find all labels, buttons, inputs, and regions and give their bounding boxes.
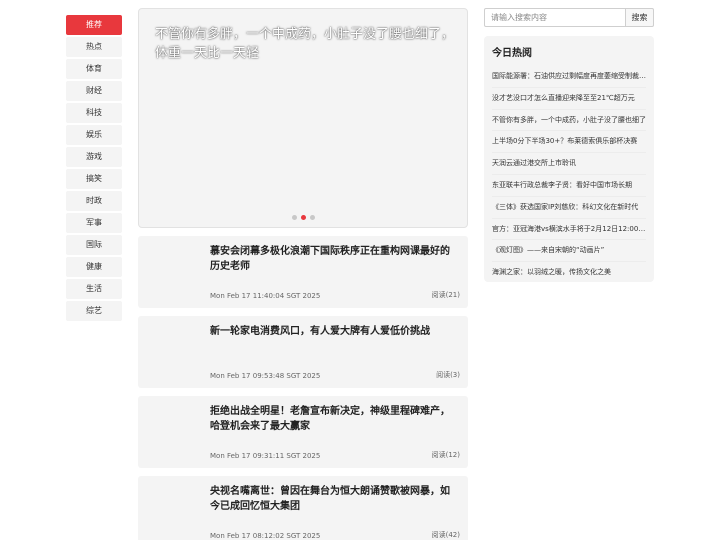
article-read-count: 阅读(3) xyxy=(436,371,460,379)
article-date: Mon Feb 17 11:40:04 SGT 2025 xyxy=(210,292,321,300)
nav-item-funny[interactable]: 搞笑 xyxy=(66,169,122,189)
featured-carousel[interactable]: 不管你有多胖，一个中成药，小肚子没了腰也细了，体重一天比一天轻 xyxy=(138,8,468,228)
article-date: Mon Feb 17 09:31:11 SGT 2025 xyxy=(210,452,321,460)
hot-reads-item[interactable]: 没才艺没口才怎么直播迎来降至至21℃超万元 xyxy=(492,88,646,110)
nav-item-finance[interactable]: 财经 xyxy=(66,81,122,101)
hot-reads-item[interactable]: 官方：亚冠海港vs横滨水手将于2月12日12:00开赛 xyxy=(492,219,646,241)
nav-item-international[interactable]: 国际 xyxy=(66,235,122,255)
nav-item-variety[interactable]: 综艺 xyxy=(66,301,122,321)
article-title[interactable]: 慕安会闭幕多极化浪潮下国际秩序正在重构网课最好的历史老师 xyxy=(210,244,458,274)
hot-reads-title: 今日热阅 xyxy=(492,48,532,59)
hot-reads-item[interactable]: 《三体》获选国家IP刘慈欣：科幻文化在新时代 xyxy=(492,197,646,219)
search-button[interactable]: 搜索 xyxy=(625,8,654,27)
carousel-dot-1[interactable] xyxy=(291,215,297,220)
hot-reads-list: 国际能源署：石油供应过剩幅度再度萎缩受制裁影响 没才艺没口才怎么直播迎来降至至2… xyxy=(492,66,646,284)
hot-reads-item[interactable]: 不管你有多胖，一个中成药，小肚子没了腰也细了 xyxy=(492,110,646,132)
article-card[interactable]: 拒绝出战全明星！老詹宣布新决定，神级里程碑难产，哈登机会来了最大赢家 Mon F… xyxy=(138,396,468,468)
carousel-dot-2[interactable] xyxy=(300,215,306,220)
article-card[interactable]: 央视名嘴离世：曾因在舞台为恒大朗诵赞歌被网暴，如今已成回忆恒大集团 Mon Fe… xyxy=(138,476,468,540)
carousel-dots xyxy=(139,215,467,220)
hot-reads-panel: 今日热阅 国际能源署：石油供应过剩幅度再度萎缩受制裁影响 没才艺没口才怎么直播迎… xyxy=(484,36,654,282)
nav-item-games[interactable]: 游戏 xyxy=(66,147,122,167)
nav-item-politics[interactable]: 时政 xyxy=(66,191,122,211)
hot-reads-item[interactable]: 东亚联丰行政总裁李子贤：看好中国市场长期 xyxy=(492,175,646,197)
search-input[interactable] xyxy=(484,8,626,27)
nav-item-hot[interactable]: 热点 xyxy=(66,37,122,57)
nav-item-sports[interactable]: 体育 xyxy=(66,59,122,79)
hot-reads-item[interactable]: 天润云通过港交所上市聆讯 xyxy=(492,153,646,175)
article-read-count: 阅读(21) xyxy=(431,291,460,299)
nav-item-recommend[interactable]: 推荐 xyxy=(66,15,122,35)
hot-reads-item[interactable]: 上半场0分下半场30+？布莱德索俱乐部杯决赛 xyxy=(492,131,646,154)
article-read-count: 阅读(12) xyxy=(431,451,460,459)
article-date: Mon Feb 17 09:53:48 SGT 2025 xyxy=(210,372,321,380)
carousel-caption[interactable]: 不管你有多胖，一个中成药，小肚子没了腰也细了，体重一天比一天轻 xyxy=(155,25,455,63)
article-title[interactable]: 拒绝出战全明星！老詹宣布新决定，神级里程碑难产，哈登机会来了最大赢家 xyxy=(210,404,458,434)
article-title[interactable]: 央视名嘴离世：曾因在舞台为恒大朗诵赞歌被网暴，如今已成回忆恒大集团 xyxy=(210,484,458,514)
article-title[interactable]: 新一轮家电消费风口，有人爱大牌有人爱低价挑战 xyxy=(210,324,458,339)
article-date: Mon Feb 17 08:12:02 SGT 2025 xyxy=(210,532,321,540)
article-card[interactable]: 慕安会闭幕多极化浪潮下国际秩序正在重构网课最好的历史老师 Mon Feb 17 … xyxy=(138,236,468,308)
nav-item-tech[interactable]: 科技 xyxy=(66,103,122,123)
article-card[interactable]: 新一轮家电消费风口，有人爱大牌有人爱低价挑战 Mon Feb 17 09:53:… xyxy=(138,316,468,388)
article-read-count: 阅读(42) xyxy=(431,531,460,539)
hot-reads-item[interactable]: 《观灯图》——来自宋朝的“动画片” xyxy=(492,240,646,263)
hot-reads-item[interactable]: 国际能源署：石油供应过剩幅度再度萎缩受制裁影响 xyxy=(492,66,646,88)
carousel-dot-3[interactable] xyxy=(309,215,315,220)
nav-item-life[interactable]: 生活 xyxy=(66,279,122,299)
nav-item-health[interactable]: 健康 xyxy=(66,257,122,277)
nav-item-entertainment[interactable]: 娱乐 xyxy=(66,125,122,145)
hot-reads-item[interactable]: 海渊之家：以羽绒之暖，传扬文化之美 xyxy=(492,262,646,284)
nav-item-military[interactable]: 军事 xyxy=(66,213,122,233)
category-nav: 推荐 热点 体育 财经 科技 娱乐 游戏 搞笑 时政 军事 国际 健康 生活 综… xyxy=(66,15,122,323)
